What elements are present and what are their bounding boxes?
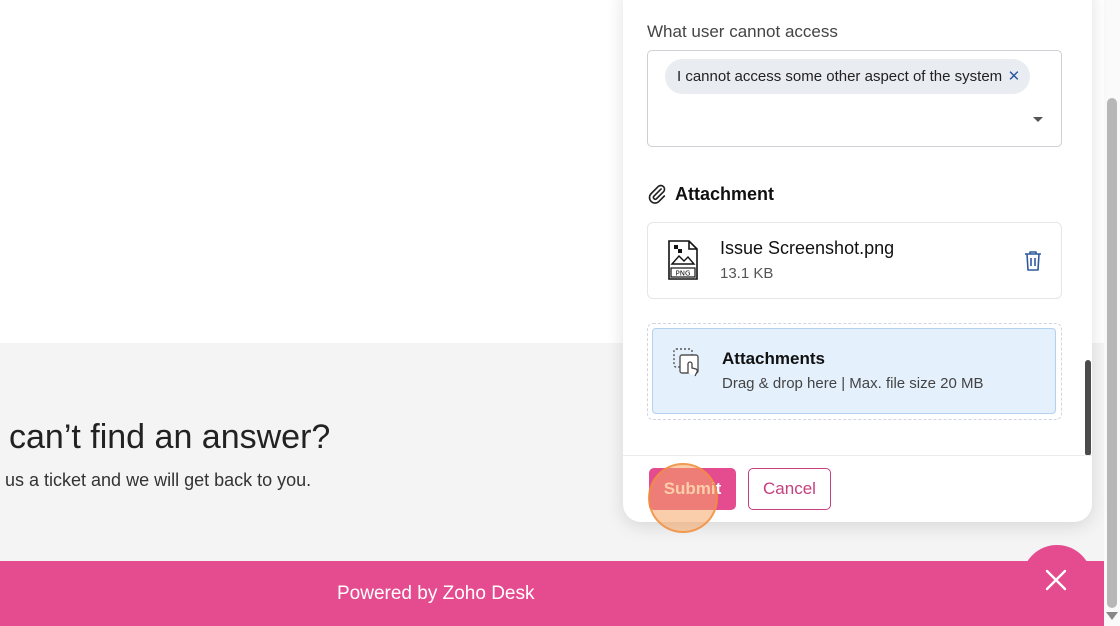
attachment-dropzone[interactable]: [652, 328, 1056, 414]
chip-remove-icon[interactable]: ✕: [1008, 59, 1021, 94]
file-type-badge: PNG: [676, 270, 691, 278]
help-subtext: l us a ticket and we will get back to yo…: [0, 470, 312, 490]
submit-button[interactable]: Submit: [649, 468, 736, 510]
footer-powered-by[interactable]: Powered by Zoho Desk: [337, 583, 535, 605]
file-size: 13.1 KB: [720, 265, 774, 282]
cancel-button[interactable]: Cancel: [748, 468, 831, 510]
form-footer-divider: [623, 455, 1092, 456]
drag-drop-icon: [673, 348, 699, 377]
file-name: Issue Screenshot.png: [720, 238, 895, 258]
trash-icon[interactable]: [1023, 250, 1043, 272]
dropzone-subtitle: Drag & drop here | Max. file size 20 MB: [722, 375, 984, 392]
scroll-down-arrow-icon[interactable]: [1106, 612, 1118, 620]
cannot-access-label: What user cannot access: [647, 22, 838, 41]
close-icon[interactable]: [1044, 568, 1068, 592]
attachment-title: Attachment: [675, 184, 775, 204]
chevron-down-icon[interactable]: [1033, 117, 1043, 122]
page-scrollbar-thumb[interactable]: [1107, 98, 1117, 608]
chip-label: I cannot access some other aspect of the…: [677, 68, 1003, 85]
selected-option-chip: I cannot access some other aspect of the…: [665, 59, 1031, 94]
png-file-icon: PNG: [668, 240, 698, 280]
form-scrollbar-thumb[interactable]: [1085, 360, 1091, 456]
attached-file-card: [647, 222, 1062, 299]
dropzone-title: Attachments: [722, 349, 825, 368]
footer: [0, 561, 1104, 626]
page: l can’t find an answer? l us a ticket an…: [0, 0, 1120, 626]
help-heading: l can’t find an answer?: [0, 418, 331, 456]
paperclip-icon: [648, 184, 666, 204]
